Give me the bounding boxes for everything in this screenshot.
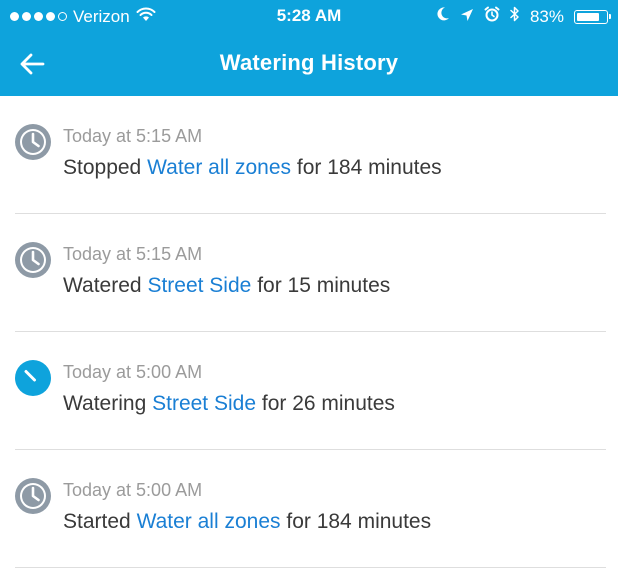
history-duration: for 26 minutes [261, 392, 395, 415]
history-description: Watered Street Side for 15 minutes [63, 274, 390, 298]
history-timestamp: Today at 5:00 AM [63, 480, 203, 500]
clock-icon [15, 124, 51, 160]
zone-link[interactable]: Street Side [152, 392, 256, 415]
history-item: Today at 5:00 AM Watering Street Side fo… [15, 332, 606, 450]
history-description: Watering Street Side for 26 minutes [63, 392, 395, 416]
history-description: Started Water all zones for 184 minutes [63, 510, 431, 534]
history-action: Started [63, 510, 131, 533]
history-description: Stopped Water all zones for 184 minutes [63, 156, 442, 180]
timer-icon [15, 360, 51, 396]
battery-fill [577, 12, 599, 21]
battery-percent: 83% [529, 6, 564, 26]
status-bar: Verizon 5:28 AM 83% [0, 0, 618, 32]
history-action: Watered [63, 274, 142, 297]
bluetooth-icon [510, 6, 520, 27]
clock-icon [15, 242, 51, 278]
history-duration: for 184 minutes [286, 510, 432, 533]
navigation-bar: Watering History [0, 32, 618, 96]
zone-link[interactable]: Water all zones [147, 156, 291, 179]
history-duration: for 15 minutes [257, 274, 391, 297]
history-item: Today at 5:15 AM Stopped Water all zones… [15, 96, 606, 214]
location-arrow-icon [460, 7, 474, 27]
app-header: Verizon 5:28 AM 83% Watering History [0, 0, 618, 96]
status-right: 83% [436, 6, 611, 27]
zone-link[interactable]: Water all zones [137, 510, 281, 533]
history-action: Stopped [63, 156, 142, 179]
watering-history-list: Today at 5:15 AM Stopped Water all zones… [0, 96, 618, 568]
clock-icon [15, 478, 51, 514]
history-item: Today at 5:15 AM Watered Street Side for… [15, 214, 606, 332]
history-timestamp: Today at 5:15 AM [63, 244, 203, 264]
moon-icon [436, 6, 450, 27]
page-title: Watering History [219, 50, 399, 75]
history-item: Today at 5:00 AM Started Water all zones… [15, 450, 606, 568]
battery-icon [574, 9, 611, 24]
zone-link[interactable]: Street Side [147, 274, 251, 297]
history-timestamp: Today at 5:15 AM [63, 126, 203, 146]
history-timestamp: Today at 5:00 AM [63, 362, 203, 382]
alarm-icon [484, 6, 500, 27]
history-duration: for 184 minutes [296, 156, 442, 179]
history-action: Watering [63, 392, 147, 415]
